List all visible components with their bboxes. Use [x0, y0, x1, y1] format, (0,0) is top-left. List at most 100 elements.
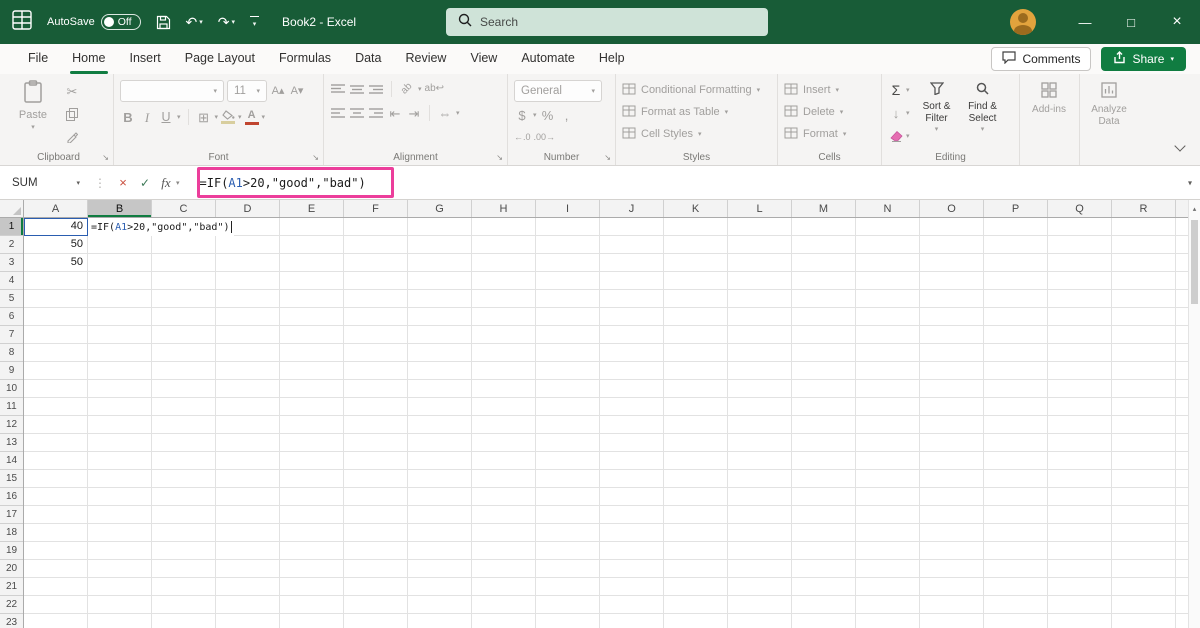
search-input[interactable] — [480, 15, 750, 29]
cells-menu-item[interactable]: Format ▾ — [784, 124, 875, 144]
orientation-icon[interactable]: ab — [395, 77, 419, 101]
account-avatar[interactable] — [1010, 9, 1036, 35]
formula-input[interactable]: =IF(A1 >20,"good","bad") — [182, 176, 1200, 190]
collapse-ribbon-icon[interactable] — [1174, 137, 1186, 155]
menu-tab[interactable]: Insert — [118, 44, 173, 74]
comma-style-icon[interactable]: , — [559, 106, 575, 124]
row-header[interactable]: 8 — [0, 344, 23, 362]
minimize-button[interactable]: — — [1062, 0, 1108, 44]
column-header[interactable]: Q — [1048, 200, 1112, 217]
search-box[interactable] — [446, 8, 768, 36]
menu-tab[interactable]: Automate — [509, 44, 587, 74]
column-header[interactable]: J — [600, 200, 664, 217]
menu-tab[interactable]: Help — [587, 44, 637, 74]
grow-font-icon[interactable]: A▴ — [270, 82, 286, 100]
redo-icon[interactable]: ↷ ▾ — [218, 14, 235, 31]
name-box-splitter[interactable]: ⋮ — [88, 176, 112, 190]
decrease-indent-icon[interactable]: ⇤ — [387, 104, 403, 122]
column-header[interactable]: R — [1112, 200, 1176, 217]
row-header[interactable]: 17 — [0, 506, 23, 524]
vertical-scrollbar[interactable]: ▴ — [1188, 200, 1200, 628]
row-header[interactable]: 10 — [0, 380, 23, 398]
font-name-select[interactable]: ▾ — [120, 80, 224, 102]
cancel-icon[interactable]: × — [112, 175, 134, 190]
align-right-icon[interactable] — [368, 104, 384, 122]
row-header[interactable]: 1 — [0, 218, 23, 236]
column-header[interactable]: N — [856, 200, 920, 217]
menu-tab[interactable]: Page Layout — [173, 44, 267, 74]
column-header[interactable]: G — [408, 200, 472, 217]
autosave-toggle[interactable]: AutoSave Off — [47, 14, 141, 30]
column-header[interactable]: L — [728, 200, 792, 217]
name-box[interactable]: SUM ▾ — [0, 166, 88, 199]
close-button[interactable]: × — [1154, 0, 1200, 44]
row-header[interactable]: 16 — [0, 488, 23, 506]
column-header[interactable]: H — [472, 200, 536, 217]
function-caret-icon[interactable]: ▾ — [176, 179, 180, 187]
wrap-text-icon[interactable]: ab↩ — [425, 80, 445, 98]
italic-icon[interactable]: I — [139, 108, 155, 126]
insert-function-icon[interactable]: fx — [156, 175, 176, 191]
font-color-icon[interactable]: A — [244, 109, 259, 125]
align-middle-icon[interactable] — [349, 80, 365, 98]
row-header[interactable]: 9 — [0, 362, 23, 380]
font-size-select[interactable]: 11 ▾ — [227, 80, 267, 102]
column-header[interactable]: A — [24, 200, 88, 217]
percent-style-icon[interactable]: % — [540, 106, 556, 124]
column-header[interactable]: P — [984, 200, 1048, 217]
column-header[interactable]: K — [664, 200, 728, 217]
row-header[interactable]: 13 — [0, 434, 23, 452]
align-top-icon[interactable] — [330, 80, 346, 98]
merge-center-icon[interactable]: ⇔ — [437, 104, 453, 122]
borders-icon[interactable]: ⊞ — [196, 108, 212, 126]
row-header[interactable]: 19 — [0, 542, 23, 560]
align-center-icon[interactable] — [349, 104, 365, 122]
row-header[interactable]: 23 — [0, 614, 23, 628]
menu-tab[interactable]: Data — [343, 44, 393, 74]
comments-button[interactable]: Comments — [991, 47, 1092, 71]
font-dialog-launcher[interactable]: ↘ — [312, 153, 319, 162]
paste-button[interactable]: Paste ▾ — [10, 80, 56, 149]
add-ins-button[interactable]: Add-ins — [1026, 80, 1072, 116]
save-icon[interactable] — [156, 15, 171, 30]
row-header[interactable]: 2 — [0, 236, 23, 254]
quick-access-toolbar-icon[interactable]: ▾ — [250, 16, 260, 28]
row-header[interactable]: 15 — [0, 470, 23, 488]
excel-app-icon[interactable] — [12, 9, 32, 35]
bold-icon[interactable]: B — [120, 108, 136, 126]
formula-bar-expand-icon[interactable]: ▾ — [1188, 178, 1192, 187]
redo-caret-icon[interactable]: ▾ — [232, 18, 236, 26]
fill-icon[interactable]: ↓ — [888, 104, 904, 122]
alignment-dialog-launcher[interactable]: ↘ — [496, 153, 503, 162]
number-format-select[interactable]: General ▾ — [514, 80, 602, 102]
column-header[interactable]: O — [920, 200, 984, 217]
menu-tab[interactable]: Formulas — [267, 44, 343, 74]
column-header[interactable]: B — [88, 200, 152, 217]
decrease-decimal-icon[interactable]: .00→ — [534, 128, 556, 146]
styles-menu-item[interactable]: Format as Table ▾ — [622, 102, 771, 122]
menu-tab[interactable]: View — [458, 44, 509, 74]
row-header[interactable]: 7 — [0, 326, 23, 344]
accounting-format-icon[interactable]: $ — [514, 106, 530, 124]
row-header[interactable]: 18 — [0, 524, 23, 542]
row-header[interactable]: 20 — [0, 560, 23, 578]
styles-menu-item[interactable]: Cell Styles ▾ — [622, 124, 771, 144]
edit-cell[interactable]: =IF(A1 >20,"good","bad") — [88, 218, 234, 236]
row-header[interactable]: 11 — [0, 398, 23, 416]
analyze-data-button[interactable]: Analyze Data — [1086, 80, 1132, 127]
select-all-corner[interactable] — [0, 200, 24, 218]
undo-icon[interactable]: ↶ ▾ — [186, 14, 203, 31]
grid-cell-A2[interactable]: 50 — [24, 236, 87, 253]
copy-icon[interactable] — [64, 105, 80, 123]
grid-cells[interactable]: =IF(A1 >20,"good","bad") 40 50 50 — [24, 218, 1188, 628]
row-header[interactable]: 14 — [0, 452, 23, 470]
row-header[interactable]: 5 — [0, 290, 23, 308]
autosave-switch[interactable]: Off — [100, 14, 141, 30]
row-header[interactable]: 22 — [0, 596, 23, 614]
share-button[interactable]: Share ▾ — [1101, 47, 1186, 71]
scroll-up-icon[interactable]: ▴ — [1189, 200, 1200, 213]
format-painter-icon[interactable] — [64, 128, 80, 146]
menu-tab[interactable]: Review — [393, 44, 458, 74]
name-box-caret-icon[interactable]: ▾ — [76, 179, 80, 187]
cut-icon[interactable]: ✂ — [64, 82, 80, 100]
